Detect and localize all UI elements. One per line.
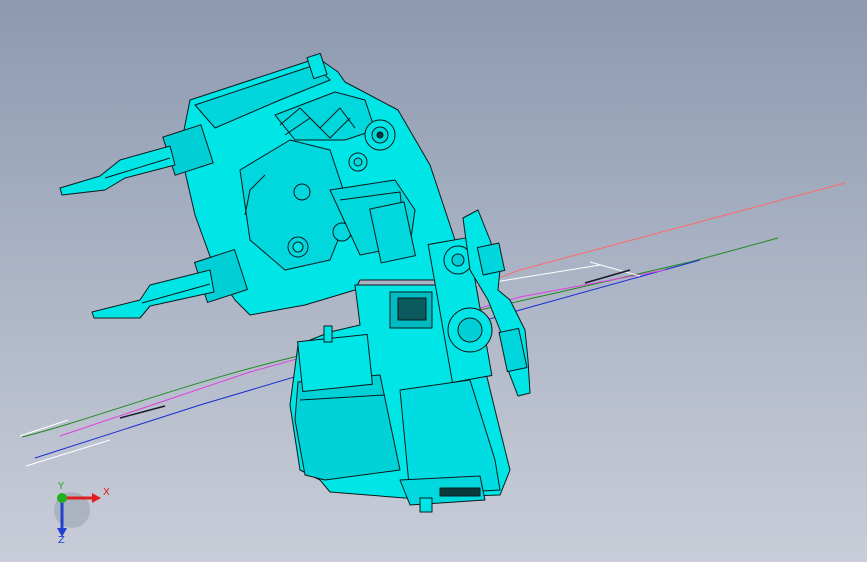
bottom-post bbox=[419, 497, 433, 513]
triad-y-label: Y bbox=[58, 481, 65, 492]
reference-triad[interactable] bbox=[54, 492, 101, 537]
triad-x-label: X bbox=[103, 487, 110, 498]
model-scene[interactable] bbox=[0, 0, 867, 562]
lower-shaft[interactable] bbox=[91, 269, 215, 319]
plug-pins bbox=[439, 487, 481, 497]
upper-shaft[interactable] bbox=[59, 145, 176, 196]
motor-top-cap bbox=[297, 333, 373, 393]
triad-y-axis bbox=[57, 493, 67, 503]
connector-slot-inner bbox=[397, 297, 427, 321]
triad-z-label: Z bbox=[58, 535, 65, 546]
small-post bbox=[323, 325, 333, 343]
cad-assembly[interactable] bbox=[59, 52, 531, 513]
triad-x-arrow bbox=[92, 493, 101, 503]
graphics-viewport[interactable]: X Y Z bbox=[0, 0, 867, 562]
